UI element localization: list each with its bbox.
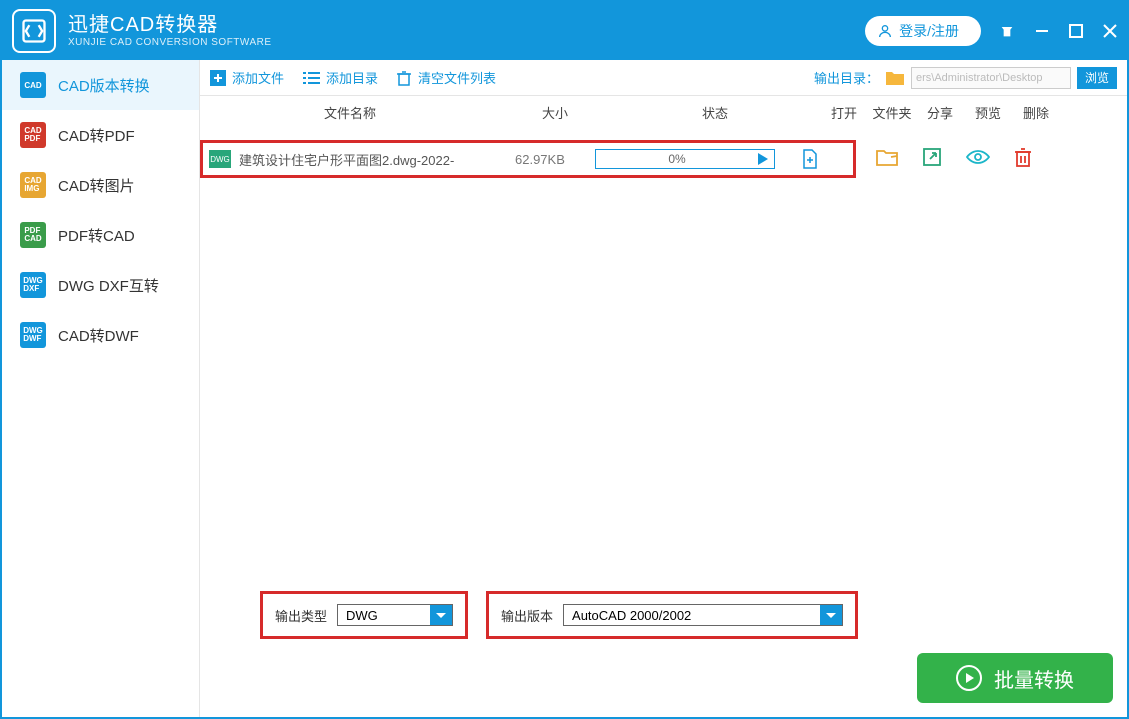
user-icon <box>877 23 893 39</box>
sidebar-item-cad-to-pdf[interactable]: CADPDF CAD转PDF <box>2 110 199 160</box>
open-file-button[interactable] <box>801 149 819 169</box>
preview-button[interactable] <box>966 149 990 165</box>
output-dir-label: 输出目录： <box>814 68 879 87</box>
app-logo-icon <box>12 9 56 53</box>
file-name: 建筑设计住宅户形平面图2.dwg-2022- <box>239 150 515 169</box>
open-folder-button[interactable] <box>876 148 898 166</box>
browse-button[interactable]: 浏览 <box>1077 67 1117 89</box>
main-panel: 添加文件 添加目录 清空文件列表 输出目录： 浏览 <box>200 60 1127 717</box>
sidebar-item-pdf-to-cad[interactable]: PDFCAD PDF转CAD <box>2 210 199 260</box>
chevron-down-icon <box>820 605 842 625</box>
login-button[interactable]: 登录/注册 <box>865 16 981 46</box>
col-filename: 文件名称 <box>200 103 500 122</box>
share-button[interactable] <box>922 147 942 167</box>
output-dir-input[interactable] <box>911 67 1071 89</box>
minimize-button[interactable] <box>1035 24 1049 38</box>
add-dir-button[interactable]: 添加目录 <box>302 68 378 87</box>
sidebar-item-dwg-dxf[interactable]: DWGDXF DWG DXF互转 <box>2 260 199 310</box>
output-type-label: 输出类型 <box>275 606 327 625</box>
chevron-down-icon <box>430 605 452 625</box>
col-share: 分享 <box>916 103 964 122</box>
sidebar-item-cad-to-dwf[interactable]: DWGDWF CAD转DWF <box>2 310 199 360</box>
play-icon <box>758 153 768 165</box>
output-type-group: 输出类型 DWG <box>260 591 468 639</box>
maximize-button[interactable] <box>1069 24 1083 38</box>
dwg-dxf-icon: DWGDXF <box>20 272 46 298</box>
app-window: 迅捷CAD转换器 XUNJIE CAD CONVERSION SOFTWARE … <box>0 0 1129 719</box>
play-circle-icon <box>956 665 982 691</box>
folder-icon <box>885 70 905 86</box>
file-list: DWG 建筑设计住宅户形平面图2.dwg-2022- 62.97KB 0% <box>200 130 1127 591</box>
col-status: 状态 <box>610 103 820 122</box>
add-dir-label: 添加目录 <box>326 68 378 87</box>
output-type-value: DWG <box>338 608 386 623</box>
clear-list-button[interactable]: 清空文件列表 <box>396 68 496 87</box>
batch-convert-label: 批量转换 <box>994 664 1074 693</box>
output-version-value: AutoCAD 2000/2002 <box>564 608 699 623</box>
col-folder: 文件夹 <box>868 103 916 122</box>
output-version-label: 输出版本 <box>501 606 553 625</box>
sidebar-label: PDF转CAD <box>58 225 135 246</box>
cad-pdf-icon: CADPDF <box>20 122 46 148</box>
progress-bar[interactable]: 0% <box>595 149 775 169</box>
sidebar-label: CAD转DWF <box>58 325 139 346</box>
pdf-cad-icon: PDFCAD <box>20 222 46 248</box>
sidebar-label: DWG DXF互转 <box>58 275 159 296</box>
output-options: 输出类型 DWG 输出版本 AutoCAD 2000/2002 <box>200 591 1127 653</box>
sidebar: CAD CAD版本转换 CADPDF CAD转PDF CADIMG CAD转图片… <box>2 60 200 717</box>
output-version-select[interactable]: AutoCAD 2000/2002 <box>563 604 843 626</box>
app-subtitle: XUNJIE CAD CONVERSION SOFTWARE <box>68 37 272 49</box>
trash-icon <box>396 70 412 86</box>
file-size: 62.97KB <box>515 152 595 167</box>
sidebar-label: CAD版本转换 <box>58 75 150 96</box>
dwg-dwf-icon: DWGDWF <box>20 322 46 348</box>
login-label: 登录/注册 <box>899 21 959 41</box>
col-preview: 预览 <box>964 103 1012 122</box>
sidebar-item-cad-version[interactable]: CAD CAD版本转换 <box>2 60 199 110</box>
sidebar-label: CAD转图片 <box>58 175 135 196</box>
output-version-group: 输出版本 AutoCAD 2000/2002 <box>486 591 858 639</box>
delete-button[interactable] <box>1014 147 1032 167</box>
titlebar: 迅捷CAD转换器 XUNJIE CAD CONVERSION SOFTWARE … <box>2 2 1127 60</box>
cad-version-icon: CAD <box>20 72 46 98</box>
clear-list-label: 清空文件列表 <box>418 68 496 87</box>
table-header: 文件名称 大小 状态 打开 文件夹 分享 预览 删除 <box>200 96 1127 130</box>
dwg-file-icon: DWG <box>209 150 231 168</box>
toolbar: 添加文件 添加目录 清空文件列表 输出目录： 浏览 <box>200 60 1127 96</box>
app-title: 迅捷CAD转换器 <box>68 13 272 37</box>
close-button[interactable] <box>1103 24 1117 38</box>
sidebar-label: CAD转PDF <box>58 125 135 146</box>
add-file-icon <box>210 70 226 86</box>
add-file-button[interactable]: 添加文件 <box>210 68 284 87</box>
cad-img-icon: CADIMG <box>20 172 46 198</box>
list-icon <box>302 71 320 85</box>
skin-button[interactable] <box>999 24 1015 38</box>
progress-text: 0% <box>596 152 758 166</box>
sidebar-item-cad-to-image[interactable]: CADIMG CAD转图片 <box>2 160 199 210</box>
file-row[interactable]: DWG 建筑设计住宅户形平面图2.dwg-2022- 62.97KB 0% <box>200 136 1119 178</box>
add-file-label: 添加文件 <box>232 68 284 87</box>
col-open: 打开 <box>820 103 868 122</box>
batch-convert-button[interactable]: 批量转换 <box>917 653 1113 703</box>
col-size: 大小 <box>500 103 610 122</box>
output-type-select[interactable]: DWG <box>337 604 453 626</box>
col-delete: 删除 <box>1012 103 1060 122</box>
